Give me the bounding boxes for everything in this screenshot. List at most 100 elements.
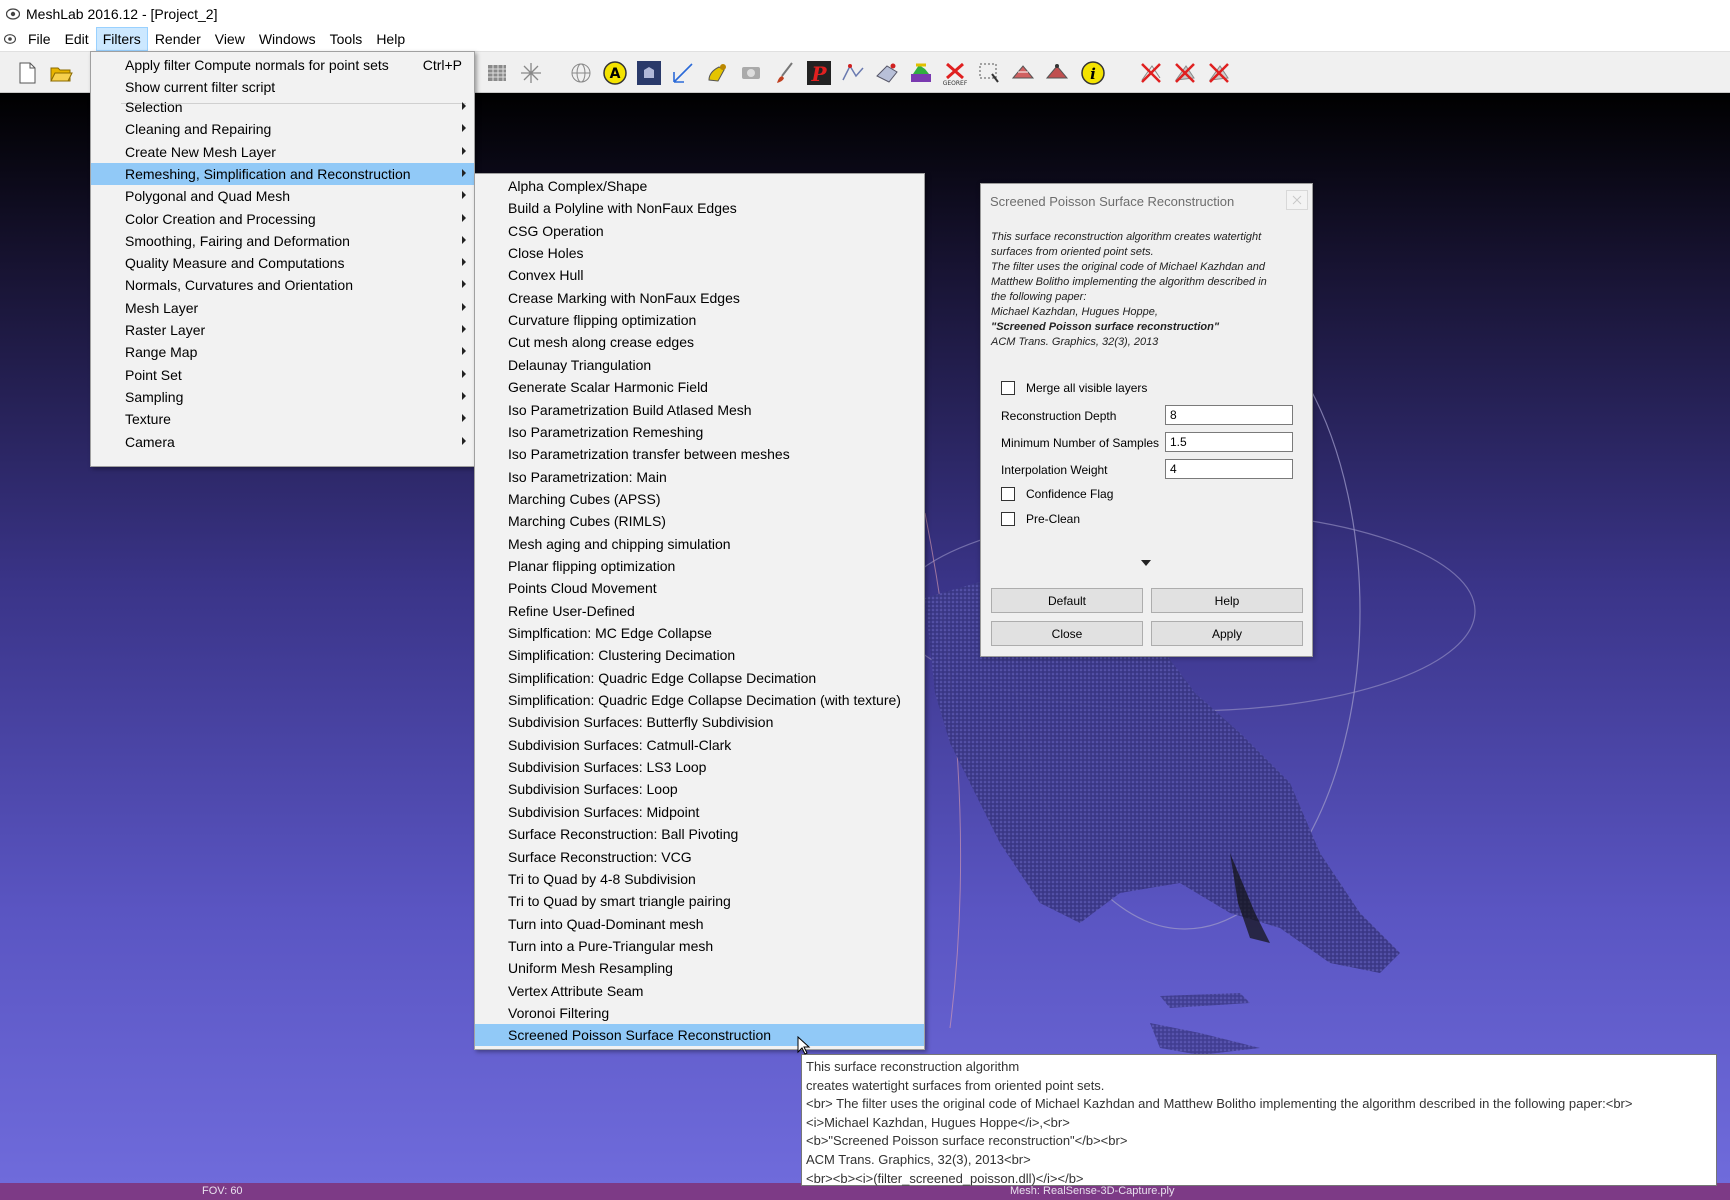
filter-category-item[interactable]: Color Creation and Processing (91, 208, 474, 230)
menu-filters[interactable]: Filters (95, 27, 148, 51)
remeshing-filter-item[interactable]: Crease Marking with NonFaux Edges (475, 287, 924, 309)
remeshing-filter-item[interactable]: Turn into Quad-Dominant mesh (475, 913, 924, 935)
point-pick-icon[interactable] (840, 60, 866, 86)
filter-category-item[interactable]: Camera (91, 431, 474, 453)
camera-align-icon[interactable] (738, 60, 764, 86)
remeshing-filter-item[interactable]: Marching Cubes (APSS) (475, 488, 924, 510)
remeshing-filter-item[interactable]: Alpha Complex/Shape (475, 175, 924, 197)
remeshing-filter-item[interactable]: Convex Hull (475, 264, 924, 286)
filter-category-item[interactable]: Smoothing, Fairing and Deformation (91, 230, 474, 252)
pre-clean-checkbox[interactable]: Pre-Clean (1001, 512, 1080, 526)
reconstruction-depth-input[interactable] (1165, 405, 1293, 425)
info-icon[interactable]: i (1080, 60, 1106, 86)
remeshing-filter-item[interactable]: Surface Reconstruction: Ball Pivoting (475, 823, 924, 845)
menu-render[interactable]: Render (149, 28, 207, 50)
filter-category-item[interactable]: Remeshing, Simplification and Reconstruc… (91, 162, 474, 185)
mesh-align-icon[interactable] (874, 60, 900, 86)
remeshing-filter-item[interactable]: Subdivision Surfaces: Butterfly Subdivis… (475, 711, 924, 733)
filter-category-item[interactable]: Selection (91, 96, 474, 118)
remeshing-filter-item[interactable]: Points Cloud Movement (475, 577, 924, 599)
axis-move-icon[interactable] (518, 60, 544, 86)
close-button[interactable]: Close (991, 621, 1143, 646)
remeshing-filter-item[interactable]: Iso Parametrization Remeshing (475, 421, 924, 443)
remeshing-filter-item[interactable]: Curvature flipping optimization (475, 309, 924, 331)
filter-category-item[interactable]: Mesh Layer (91, 297, 474, 319)
default-button[interactable]: Default (991, 588, 1143, 613)
select-faces-icon[interactable] (1010, 60, 1036, 86)
remeshing-filter-item[interactable]: Iso Parametrization Build Atlased Mesh (475, 399, 924, 421)
pre-clean-box[interactable] (1001, 512, 1015, 526)
min-samples-input[interactable] (1165, 432, 1293, 452)
interpolation-weight-input[interactable] (1165, 459, 1293, 479)
remeshing-filter-item[interactable]: Generate Scalar Harmonic Field (475, 376, 924, 398)
help-button[interactable]: Help (1151, 588, 1303, 613)
remeshing-filter-item[interactable]: CSG Operation (475, 220, 924, 242)
layers-icon[interactable] (484, 60, 510, 86)
dark-cube-icon[interactable] (636, 60, 662, 86)
delete-all-icon[interactable] (1206, 60, 1232, 86)
menu-help[interactable]: Help (370, 28, 411, 50)
sphere-wire-icon[interactable] (568, 60, 594, 86)
filter-category-item[interactable]: Sampling (91, 386, 474, 408)
confidence-flag-box[interactable] (1001, 487, 1015, 501)
remeshing-filter-item[interactable]: Cut mesh along crease edges (475, 331, 924, 353)
filter-category-item[interactable]: Polygonal and Quad Mesh (91, 185, 474, 207)
merge-layers-checkbox[interactable]: Merge all visible layers (1001, 381, 1147, 395)
remeshing-filter-item[interactable]: Simplfication: MC Edge Collapse (475, 622, 924, 644)
remeshing-filter-item[interactable]: Iso Parametrization: Main (475, 466, 924, 488)
georef-icon[interactable]: GEOREF (942, 60, 968, 86)
apply-button[interactable]: Apply (1151, 621, 1303, 646)
delete-faces-icon[interactable] (1138, 60, 1164, 86)
merge-layers-box[interactable] (1001, 381, 1015, 395)
select-region-icon[interactable] (976, 60, 1002, 86)
filter-category-item[interactable]: Create New Mesh Layer (91, 141, 474, 163)
remeshing-filter-item[interactable]: Vertex Attribute Seam (475, 980, 924, 1002)
remeshing-filter-item[interactable]: Subdivision Surfaces: Midpoint (475, 801, 924, 823)
menu-edit[interactable]: Edit (59, 28, 95, 50)
remeshing-filter-item[interactable]: Close Holes (475, 242, 924, 264)
filter-category-item[interactable]: Point Set (91, 364, 474, 386)
filter-category-item[interactable]: Normals, Curvatures and Orientation (91, 274, 474, 296)
filter-category-item[interactable]: Range Map (91, 341, 474, 363)
select-vertices-icon[interactable] (1044, 60, 1070, 86)
system-menu-icon[interactable] (4, 33, 16, 45)
remeshing-filter-item[interactable]: Voronoi Filtering (475, 1002, 924, 1024)
remeshing-filter-item[interactable]: Simplification: Quadric Edge Collapse De… (475, 667, 924, 689)
menu-windows[interactable]: Windows (253, 28, 322, 50)
filter-category-item[interactable]: Raster Layer (91, 319, 474, 341)
remeshing-filter-item[interactable]: Delaunay Triangulation (475, 354, 924, 376)
delete-vertices-icon[interactable] (1172, 60, 1198, 86)
remeshing-filter-item[interactable]: Subdivision Surfaces: LS3 Loop (475, 756, 924, 778)
measure-icon[interactable] (670, 60, 696, 86)
remeshing-filter-item[interactable]: Uniform Mesh Resampling (475, 957, 924, 979)
new-document-icon[interactable] (14, 60, 40, 86)
filter-category-item[interactable]: Quality Measure and Computations (91, 252, 474, 274)
annotation-a-icon[interactable]: A (602, 60, 628, 86)
show-filter-script-item[interactable]: Show current filter script (91, 76, 474, 98)
remeshing-filter-item[interactable]: Screened Poisson Surface Reconstruction (475, 1024, 924, 1047)
expand-arrow-icon[interactable] (1141, 560, 1151, 566)
menu-tools[interactable]: Tools (324, 28, 369, 50)
confidence-flag-checkbox[interactable]: Confidence Flag (1001, 487, 1113, 501)
red-p-icon[interactable]: P (806, 60, 832, 86)
remeshing-filter-item[interactable]: Planar flipping optimization (475, 555, 924, 577)
remeshing-filter-item[interactable]: Simplification: Clustering Decimation (475, 644, 924, 666)
remeshing-filter-item[interactable]: Refine User-Defined (475, 600, 924, 622)
filter-category-item[interactable]: Texture (91, 408, 474, 430)
remeshing-filter-item[interactable]: Turn into a Pure-Triangular mesh (475, 935, 924, 957)
color-paint-icon[interactable] (908, 60, 934, 86)
filter-category-item[interactable]: Cleaning and Repairing (91, 118, 474, 140)
remeshing-filter-item[interactable]: Subdivision Surfaces: Catmull-Clark (475, 734, 924, 756)
menu-file[interactable]: File (22, 28, 57, 50)
paint-brush-icon[interactable] (772, 60, 798, 86)
apply-last-filter-item[interactable]: Apply filter Compute normals for point s… (91, 54, 474, 76)
remeshing-filter-item[interactable]: Surface Reconstruction: VCG (475, 846, 924, 868)
open-folder-icon[interactable] (48, 60, 74, 86)
menu-view[interactable]: View (209, 28, 251, 50)
dialog-close-button[interactable] (1286, 190, 1308, 210)
remeshing-filter-item[interactable]: Iso Parametrization transfer between mes… (475, 443, 924, 465)
remeshing-filter-item[interactable]: Tri to Quad by 4-8 Subdivision (475, 868, 924, 890)
remeshing-filter-item[interactable]: Tri to Quad by smart triangle pairing (475, 890, 924, 912)
remeshing-filter-item[interactable]: Simplification: Quadric Edge Collapse De… (475, 689, 924, 711)
remeshing-filter-item[interactable]: Mesh aging and chipping simulation (475, 533, 924, 555)
